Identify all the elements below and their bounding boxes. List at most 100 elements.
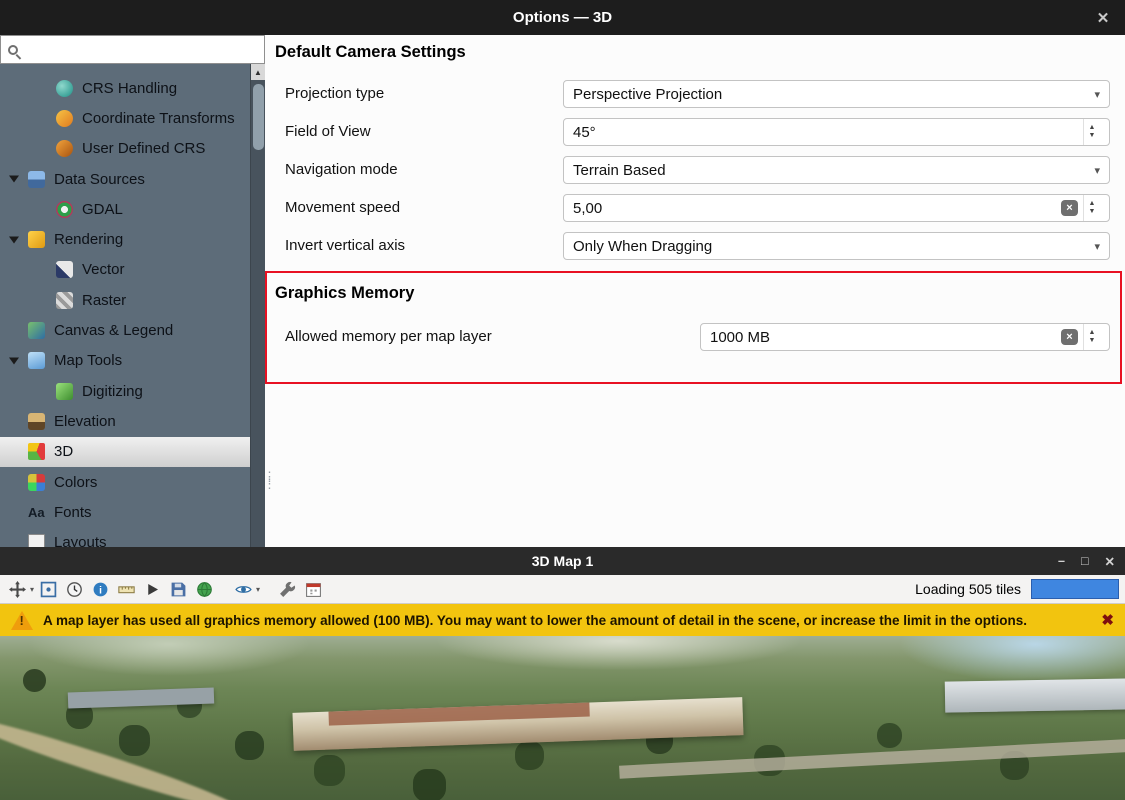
projection-type-value: Perspective Projection xyxy=(573,86,722,103)
sidebar-item-rendering[interactable]: Rendering xyxy=(0,224,250,254)
dialog-title: Options — 3D xyxy=(513,9,612,26)
sidebar-item-crs-handling[interactable]: CRS Handling xyxy=(0,73,250,103)
camera-pose-icon[interactable] xyxy=(232,578,255,601)
loading-progress-bar xyxy=(1031,579,1119,599)
scroll-up-icon[interactable]: ▲ xyxy=(251,64,265,80)
chevron-down-icon: ▾ xyxy=(1094,88,1100,101)
warning-message: A map layer has used all graphics memory… xyxy=(43,613,1027,628)
movement-speed-label: Movement speed xyxy=(285,194,400,222)
sidebar-item-label: Elevation xyxy=(54,413,116,430)
sidebar-item-vector[interactable]: Vector xyxy=(0,255,250,285)
sidebar-item-coordinate-transforms[interactable]: Coordinate Transforms xyxy=(0,103,250,133)
maximize-icon[interactable]: □ xyxy=(1081,554,1089,568)
movement-speed-spinbox[interactable]: 5,00 × ▲▼ xyxy=(563,194,1110,222)
raster-icon xyxy=(56,292,73,309)
sidebar-item-label: Raster xyxy=(82,292,126,309)
sidebar-item-raster[interactable]: Raster xyxy=(0,285,250,315)
canvas-legend-icon xyxy=(28,322,45,339)
sidebar-item-fonts[interactable]: Aa Fonts xyxy=(0,497,250,527)
options-dialog-titlebar: Options — 3D ✕ xyxy=(0,0,1125,35)
navigation-mode-label: Navigation mode xyxy=(285,156,398,184)
sidebar-item-label: Data Sources xyxy=(54,171,145,188)
animation-clock-icon[interactable] xyxy=(63,578,86,601)
map-3d-view[interactable] xyxy=(0,636,1125,800)
allowed-memory-spinbox[interactable]: 1000 MB × ▲▼ xyxy=(700,323,1110,351)
expander-arrow-icon[interactable] xyxy=(9,357,19,364)
crs-handling-icon xyxy=(56,80,73,97)
data-sources-icon xyxy=(28,171,45,188)
zoom-full-icon[interactable] xyxy=(37,578,60,601)
navigation-mode-combobox[interactable]: Terrain Based ▾ xyxy=(563,156,1110,184)
search-input[interactable] xyxy=(25,36,264,63)
settings-sidebar: CRS Handling Coordinate Transforms User … xyxy=(0,64,250,547)
sidebar-item-canvas-legend[interactable]: Canvas & Legend xyxy=(0,315,250,345)
field-of-view-label: Field of View xyxy=(285,118,371,146)
dropdown-arrow-icon[interactable]: ▾ xyxy=(30,585,34,594)
invert-vertical-axis-combobox[interactable]: Only When Dragging ▾ xyxy=(563,232,1110,260)
export-scene-icon[interactable] xyxy=(193,578,216,601)
graphics-memory-heading: Graphics Memory xyxy=(275,284,414,303)
minimize-icon[interactable]: – xyxy=(1058,554,1065,568)
sidebar-item-label: 3D xyxy=(54,443,73,460)
map-tools-icon xyxy=(28,352,45,369)
scrollbar-thumb[interactable] xyxy=(253,84,264,150)
projection-type-combobox[interactable]: Perspective Projection ▾ xyxy=(563,80,1110,108)
sidebar-item-data-sources[interactable]: Data Sources xyxy=(0,164,250,194)
gdal-icon xyxy=(56,201,73,218)
sidebar-item-user-defined-crs[interactable]: User Defined CRS xyxy=(0,134,250,164)
save-image-icon[interactable] xyxy=(167,578,190,601)
sidebar-item-label: Layouts xyxy=(54,534,107,547)
settings-search-box xyxy=(0,35,265,64)
play-animation-icon[interactable] xyxy=(141,578,164,601)
map-window-title: 3D Map 1 xyxy=(532,553,593,569)
chevron-down-icon: ▾ xyxy=(1094,164,1100,177)
map-window-titlebar[interactable]: 3D Map 1 – □ ✕ xyxy=(0,547,1125,575)
identify-icon[interactable]: i xyxy=(89,578,112,601)
rendering-icon xyxy=(28,231,45,248)
elevation-icon xyxy=(28,413,45,430)
sidebar-item-3d[interactable]: 3D xyxy=(0,437,250,467)
search-icon xyxy=(8,45,18,55)
screen: Options — 3D ✕ CRS Handling Coordinate T… xyxy=(0,0,1125,800)
sidebar-item-elevation[interactable]: Elevation xyxy=(0,406,250,436)
grid-calendar-icon[interactable] xyxy=(302,578,325,601)
sidebar-item-gdal[interactable]: GDAL xyxy=(0,194,250,224)
layouts-icon xyxy=(28,534,45,547)
sidebar-item-label: Canvas & Legend xyxy=(54,322,173,339)
sidebar-item-digitizing[interactable]: Digitizing xyxy=(0,376,250,406)
sidebar-item-label: GDAL xyxy=(82,201,123,218)
settings-wrench-icon[interactable] xyxy=(276,578,299,601)
building-right xyxy=(945,679,1125,713)
dialog-close-icon[interactable]: ✕ xyxy=(1091,6,1115,30)
field-of-view-spinbox[interactable]: 45° ▲▼ xyxy=(563,118,1110,146)
sidebar-item-label: Rendering xyxy=(54,231,123,248)
map-toolbar: ▾ i ▾ Loading 505 tiles xyxy=(0,575,1125,604)
dirt-trail xyxy=(0,709,243,800)
panel-splitter-handle[interactable]: ⋮⋮ xyxy=(263,473,276,487)
settings-panel-3d: Default Camera Settings Projection type … xyxy=(265,35,1125,547)
warning-close-icon[interactable]: ✖ xyxy=(1101,611,1114,629)
clear-value-icon[interactable]: × xyxy=(1061,200,1078,216)
user-defined-crs-icon xyxy=(56,140,73,157)
sidebar-item-colors[interactable]: Colors xyxy=(0,467,250,497)
spinner-buttons[interactable]: ▲▼ xyxy=(1083,119,1100,145)
sidebar-item-label: Digitizing xyxy=(82,383,143,400)
measure-icon[interactable] xyxy=(115,578,138,601)
dropdown-arrow-icon[interactable]: ▾ xyxy=(256,585,260,594)
sidebar-item-map-tools[interactable]: Map Tools xyxy=(0,346,250,376)
clear-value-icon[interactable]: × xyxy=(1061,329,1078,345)
expander-arrow-icon[interactable] xyxy=(9,236,19,243)
navigation-mode-value: Terrain Based xyxy=(573,162,666,179)
camera-settings-heading: Default Camera Settings xyxy=(275,43,466,62)
building-left xyxy=(67,688,214,709)
building-main xyxy=(292,697,743,750)
sidebar-item-layouts[interactable]: Layouts xyxy=(0,527,250,547)
spinner-buttons[interactable]: ▲▼ xyxy=(1083,195,1100,221)
chevron-down-icon: ▾ xyxy=(1094,240,1100,253)
3d-icon xyxy=(28,443,45,460)
expander-arrow-icon[interactable] xyxy=(9,176,19,183)
close-icon[interactable]: ✕ xyxy=(1105,554,1115,569)
pan-tool-icon[interactable] xyxy=(6,578,29,601)
sidebar-item-label: Map Tools xyxy=(54,352,122,369)
spinner-buttons[interactable]: ▲▼ xyxy=(1083,324,1100,350)
